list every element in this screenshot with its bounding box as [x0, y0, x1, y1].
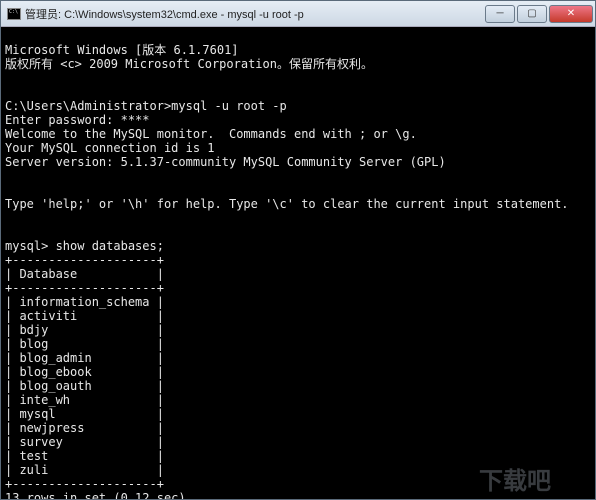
title-path: C:\Windows\system32\cmd.exe - mysql -u r…: [64, 9, 304, 21]
blank-line: [5, 211, 573, 225]
scroll-up-button[interactable]: ▲: [578, 55, 595, 72]
watermark: 下载吧: [479, 475, 551, 489]
table-row: | blog |: [5, 337, 164, 351]
table-row: | bdjy |: [5, 323, 164, 337]
window-buttons: ─ ▢ ✕: [483, 5, 593, 23]
table-row: | newjpress |: [5, 421, 164, 435]
blank-line: [5, 169, 573, 183]
output-line: mysql> show databases;: [5, 239, 164, 253]
output-line: 13 rows in set (0.12 sec): [5, 491, 186, 499]
scrollbar[interactable]: ▲ ▼: [578, 27, 595, 499]
minimize-button[interactable]: ─: [485, 5, 515, 23]
output-line: 版权所有 <c> 2009 Microsoft Corporation。保留所有…: [5, 57, 373, 71]
table-row: | test |: [5, 449, 164, 463]
table-row: | survey |: [5, 435, 164, 449]
table-row: | activiti |: [5, 309, 164, 323]
table-row: | inte_wh |: [5, 393, 164, 407]
output-line: Server version: 5.1.37-community MySQL C…: [5, 155, 446, 169]
table-row: | information_schema |: [5, 295, 164, 309]
table-header: | Database |: [5, 267, 164, 281]
close-button[interactable]: ✕: [549, 5, 593, 23]
table-row: | zuli |: [5, 463, 164, 477]
table-border: +--------------------+: [5, 281, 164, 295]
output-line: Your MySQL connection id is 1: [5, 141, 215, 155]
title-bar[interactable]: 管理员: C:\Windows\system32\cmd.exe - mysql…: [1, 1, 595, 27]
output-line: Microsoft Windows [版本 6.1.7601]: [5, 43, 239, 57]
window-title: 管理员: C:\Windows\system32\cmd.exe - mysql…: [25, 6, 479, 22]
terminal-area[interactable]: Microsoft Windows [版本 6.1.7601] 版权所有 <c>…: [1, 27, 595, 499]
table-border: +--------------------+: [5, 477, 164, 491]
blank-line: [5, 71, 573, 85]
cmd-icon: [7, 8, 21, 20]
scroll-track[interactable]: [578, 44, 595, 482]
title-prefix: 管理员:: [25, 9, 64, 21]
output-line: Type 'help;' or '\h' for help. Type '\c'…: [5, 197, 569, 211]
table-row: | blog_admin |: [5, 351, 164, 365]
output-line: C:\Users\Administrator>mysql -u root -p: [5, 99, 287, 113]
scroll-thumb[interactable]: [579, 44, 594, 351]
output-line: Enter password: ****: [5, 113, 150, 127]
table-border: +--------------------+: [5, 253, 164, 267]
table-row: | blog_ebook |: [5, 365, 164, 379]
scroll-down-button[interactable]: ▼: [578, 482, 595, 499]
table-row: | mysql |: [5, 407, 164, 421]
table-row: | blog_oauth |: [5, 379, 164, 393]
maximize-button[interactable]: ▢: [517, 5, 547, 23]
output-line: Welcome to the MySQL monitor. Commands e…: [5, 127, 417, 141]
cmd-window: 管理员: C:\Windows\system32\cmd.exe - mysql…: [0, 0, 596, 500]
